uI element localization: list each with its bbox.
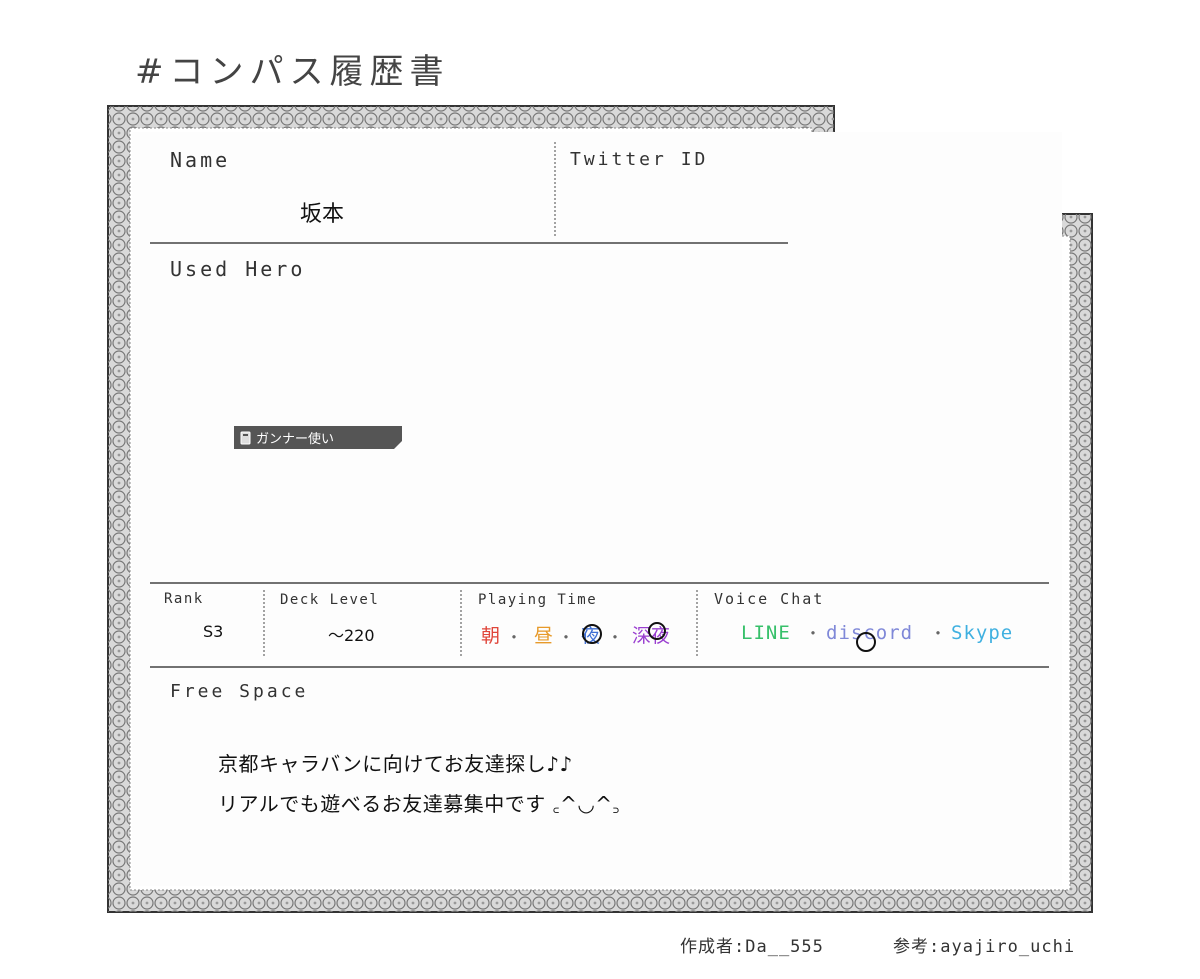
- separator: ・: [558, 628, 575, 647]
- rank-label: Rank: [164, 591, 204, 607]
- playing-time-label: Playing Time: [478, 592, 598, 608]
- free-space-line: 京都キャラバンに向けてお友達探し♪♪: [218, 752, 573, 776]
- twitter-id-label: Twitter ID: [570, 149, 709, 170]
- name-label: Name: [170, 148, 231, 172]
- card-icon: [240, 431, 251, 444]
- playing-time-morning: 朝: [481, 625, 501, 647]
- separator: ・: [607, 628, 624, 647]
- hero-badge-text: ガンナー使い: [256, 432, 335, 447]
- hero-badge: ガンナー使い: [234, 426, 402, 449]
- name-value: 坂本: [300, 202, 345, 227]
- deck-level-value: ～220: [328, 626, 375, 645]
- lace-frame: [107, 105, 1093, 913]
- reference-credit: 参考:ayajiro_uchi: [893, 937, 1076, 957]
- rank-value: S3: [203, 622, 224, 641]
- used-hero-label: Used Hero: [170, 257, 306, 281]
- voice-chat-line: LINE: [741, 622, 791, 644]
- discord-circle-mark: [856, 632, 876, 652]
- voice-chat-label: Voice Chat: [714, 590, 825, 608]
- late-night-circle-mark: [648, 622, 666, 640]
- playing-time-noon: 昼: [534, 625, 554, 647]
- free-space-line: リアルでも遊べるお友達募集中です ꜀^◡^꜆: [218, 792, 620, 816]
- voice-chat-skype: Skype: [951, 622, 1014, 644]
- deck-level-label: Deck Level: [280, 592, 380, 608]
- night-circle-mark: [582, 624, 602, 644]
- separator: ・: [506, 628, 523, 647]
- resume-page: #コンパス履歴書 Name 坂本 Twitter ID Used Hero ガン…: [0, 0, 1200, 979]
- author-credit: 作成者:Da__555: [680, 937, 824, 957]
- free-space-label: Free Space: [170, 681, 309, 702]
- separator: ・: [930, 624, 947, 643]
- separator: ・: [805, 624, 822, 643]
